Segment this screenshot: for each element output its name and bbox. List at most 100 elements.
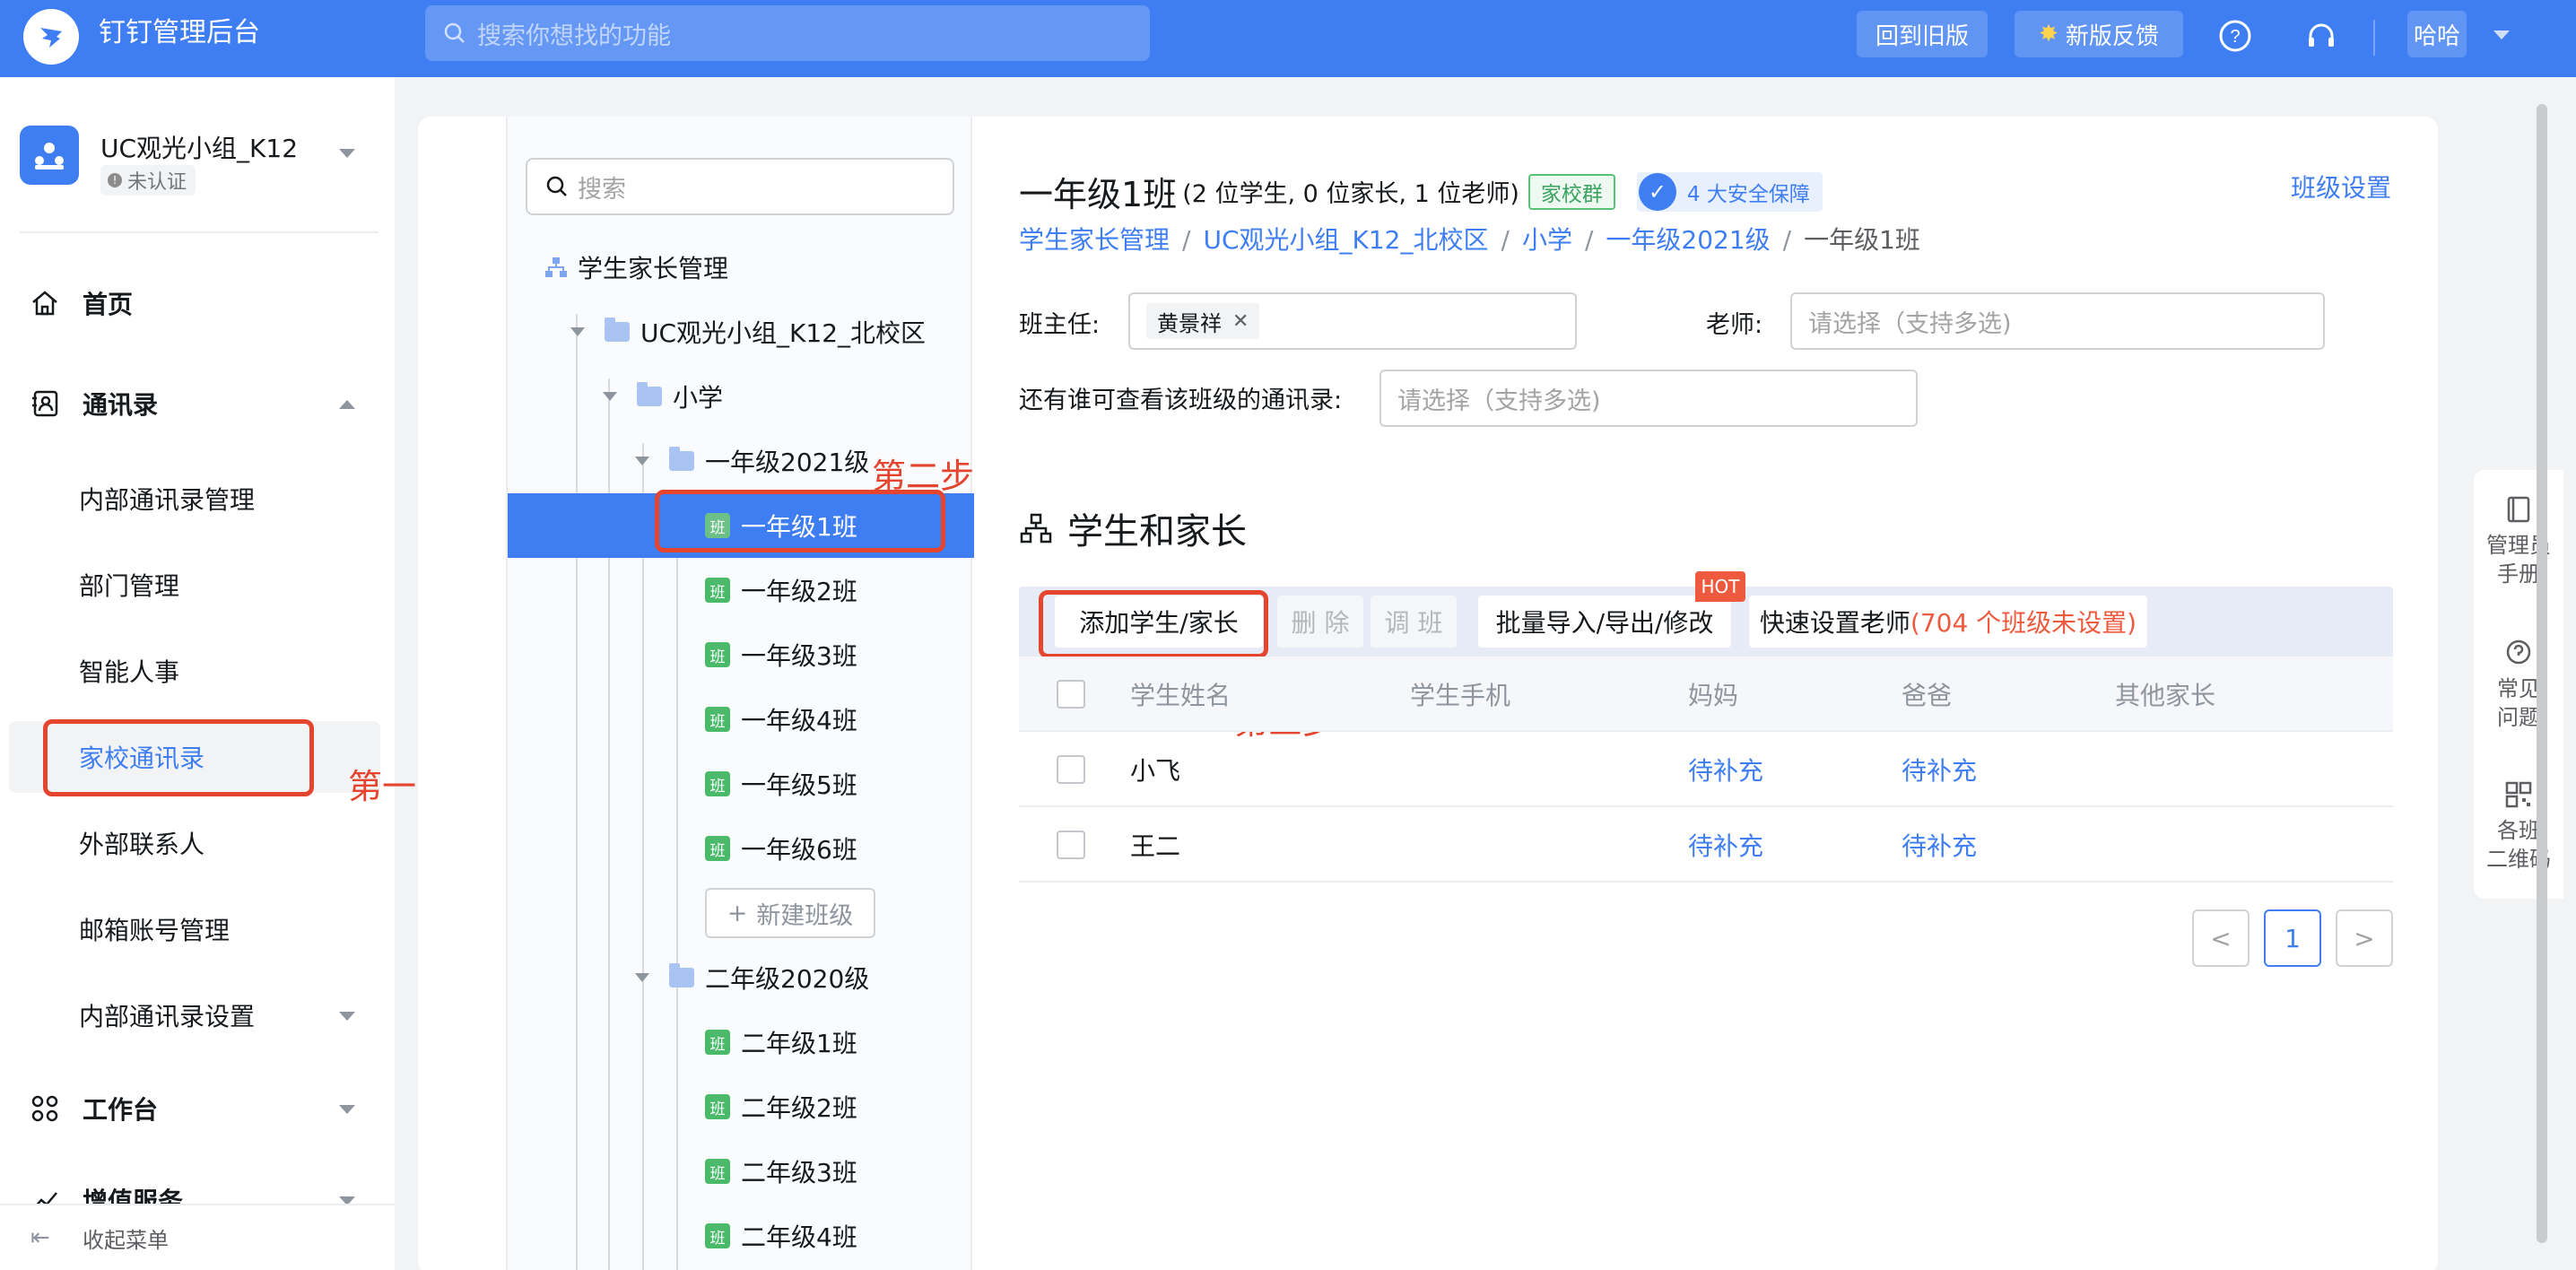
page-scrollbar[interactable] (2537, 104, 2547, 1243)
tree-node-class-1-5[interactable]: 班一年级5班 (508, 752, 974, 816)
sidebar-item-internal-contacts[interactable]: 内部通讯录管理 (0, 463, 395, 535)
admin-manual-button[interactable]: 管理员 手册 (2474, 493, 2563, 588)
old-version-button[interactable]: 回到旧版 (1857, 11, 1988, 57)
transfer-class-button[interactable]: 调 班 (1371, 596, 1457, 648)
tree-node-school[interactable]: 小学 (508, 364, 974, 429)
dingtalk-logo-icon[interactable] (23, 9, 79, 65)
page-next-button[interactable]: > (2336, 909, 2393, 967)
class-badge-icon: 班 (705, 1159, 730, 1184)
class-badge-icon: 班 (705, 642, 730, 667)
quick-set-teacher-button[interactable]: 快速设置老师 (704 个班级未设置) (1749, 596, 2147, 648)
table-row[interactable]: 小飞 待补充 待补充 (1019, 732, 2393, 807)
breadcrumb-current: 一年级1班 (1804, 225, 1920, 255)
caret-down-icon (603, 392, 617, 401)
page-prev-button[interactable]: < (2192, 909, 2250, 967)
page-1-button[interactable]: 1 (2264, 909, 2321, 967)
nav-workbench-label: 工作台 (83, 1095, 159, 1125)
mom-fill-link[interactable]: 待补充 (1688, 807, 1763, 883)
security-guarantee-tag[interactable]: ✓ 4 大安全保障 (1636, 171, 1823, 212)
add-student-parent-button[interactable]: 添加学生/家长 (1055, 596, 1263, 648)
user-avatar[interactable]: 哈哈 (2407, 11, 2467, 57)
tree-search-input[interactable]: 搜索 (526, 158, 954, 215)
new-class-button[interactable]: + 新建班级 (705, 888, 875, 938)
class-title: 一年级1班 (1019, 175, 1178, 214)
collapse-menu-button[interactable]: ⇤ 收起菜单 (0, 1204, 395, 1270)
app-title: 钉钉管理后台 (99, 17, 260, 48)
mom-fill-link[interactable]: 待补充 (1688, 732, 1763, 807)
customer-service-icon[interactable] (2303, 18, 2339, 54)
sidebar: UC观光小组_K12 ! 未认证 首页 通讯录 内部通讯录管理 部门管理 智能人… (0, 77, 395, 1270)
tree-node-class-2-1[interactable]: 班二年级1班 (508, 1010, 974, 1074)
table-row[interactable]: 王二 待补充 待补充 (1019, 807, 2393, 883)
viewers-select[interactable]: 请选择（支持多选) (1379, 370, 1918, 427)
delete-button[interactable]: 删 除 (1277, 596, 1363, 648)
sidebar-item-smart-hr[interactable]: 智能人事 (0, 635, 395, 707)
tree-node-grade2[interactable]: 二年级2020级 (508, 945, 974, 1010)
head-teacher-select[interactable]: 黄景祥 ✕ (1128, 292, 1577, 350)
tree-node-campus[interactable]: UC观光小组_K12_北校区 (508, 300, 974, 364)
class-label: 一年级4班 (741, 706, 857, 735)
column-student-name: 学生姓名 (1130, 681, 1231, 710)
sidebar-item-label: 内部通讯录设置 (79, 1002, 256, 1031)
tree-school-label: 小学 (673, 383, 724, 413)
sidebar-item-label: 内部通讯录管理 (79, 485, 256, 515)
tree-node-class-2-4[interactable]: 班二年级4班 (508, 1204, 974, 1268)
faq-button[interactable]: 常见 问题 (2474, 637, 2563, 732)
class-badge-icon: 班 (705, 707, 730, 732)
caret-down-icon (635, 457, 649, 465)
nav-contacts[interactable]: 通讯录 (0, 368, 395, 439)
org-chart-icon (1020, 513, 1052, 544)
close-icon[interactable]: ✕ (1232, 310, 1249, 333)
class-settings-link[interactable]: 班级设置 (2291, 169, 2391, 204)
workbench-icon (31, 1095, 58, 1122)
nav-workbench[interactable]: 工作台 (0, 1073, 395, 1144)
divider (20, 231, 379, 233)
batch-import-export-button[interactable]: 批量导入/导出/修改 (1478, 596, 1731, 648)
quick-set-teacher-label: 快速设置老师 (1759, 608, 1910, 638)
class-label: 二年级4班 (741, 1222, 857, 1252)
tree-node-root[interactable]: 学生家长管理 (508, 235, 974, 300)
dad-fill-link[interactable]: 待补充 (1902, 732, 1977, 807)
chevron-down-icon[interactable] (2493, 30, 2510, 39)
select-all-checkbox[interactable] (1057, 680, 1085, 709)
breadcrumb-school[interactable]: 小学 (1522, 225, 1572, 255)
class-member-counts: (2 位学生, 0 位家长, 1 位老师) (1182, 180, 1519, 208)
tree-node-class-2-3[interactable]: 班二年级3班 (508, 1139, 974, 1204)
home-school-group-tag[interactable]: 家校群 (1527, 173, 1615, 210)
sidebar-item-label: 邮箱账号管理 (79, 916, 231, 945)
chevron-up-icon (339, 400, 355, 409)
tree-node-class-2-2[interactable]: 班二年级2班 (508, 1074, 974, 1139)
tree-node-class-1-6[interactable]: 班一年级6班 (508, 816, 974, 881)
sidebar-item-departments[interactable]: 部门管理 (0, 549, 395, 621)
search-placeholder: 搜索你想找的功能 (477, 22, 671, 50)
row-checkbox[interactable] (1057, 831, 1085, 859)
sidebar-item-label: 部门管理 (79, 571, 180, 601)
org-name: UC观光小组_K12 (100, 134, 299, 163)
tree-node-class-1-3[interactable]: 班一年级3班 (508, 622, 974, 687)
row-checkbox[interactable] (1057, 755, 1085, 784)
breadcrumb-grade[interactable]: 一年级2021级 (1606, 225, 1770, 255)
unset-classes-count: (704 个班级未设置) (1910, 608, 2137, 638)
tree-node-class-1-1[interactable]: 班一年级1班 (508, 493, 974, 558)
tree-node-class-1-4[interactable]: 班一年级4班 (508, 687, 974, 752)
global-search-input[interactable]: 搜索你想找的功能 (425, 5, 1150, 61)
sidebar-item-mail-accounts[interactable]: 邮箱账号管理 (0, 893, 395, 965)
help-icon[interactable]: ? (2217, 18, 2253, 54)
breadcrumb-campus[interactable]: UC观光小组_K12_北校区 (1203, 225, 1488, 255)
org-chevron-down-icon[interactable] (339, 149, 355, 158)
teacher-select[interactable]: 请选择（支持多选) (1790, 292, 2325, 350)
feedback-label: 新版反馈 (2065, 22, 2159, 50)
dad-fill-link[interactable]: 待补充 (1902, 807, 1977, 883)
sidebar-item-home-school-contacts[interactable]: 家校通讯录 (9, 721, 380, 793)
tree-node-class-1-2[interactable]: 班一年级2班 (508, 558, 974, 622)
folder-icon (669, 963, 694, 987)
feedback-button[interactable]: ✸ 新版反馈 (2015, 11, 2183, 57)
nav-home[interactable]: 首页 (0, 267, 395, 339)
sidebar-item-external-contacts[interactable]: 外部联系人 (0, 807, 395, 879)
breadcrumb-root[interactable]: 学生家长管理 (1019, 225, 1170, 255)
sidebar-item-contacts-settings[interactable]: 内部通讯录设置 (0, 979, 395, 1051)
tree-root-label: 学生家长管理 (578, 254, 729, 283)
students-section-title: 学生和家长 (1019, 502, 1247, 554)
class-tree: 搜索 学生家长管理 UC观光小组_K12_北校区 小学 一年级2021级 班一年… (506, 117, 974, 1270)
class-qrcode-button[interactable]: 各班 二维码 (2474, 779, 2563, 874)
